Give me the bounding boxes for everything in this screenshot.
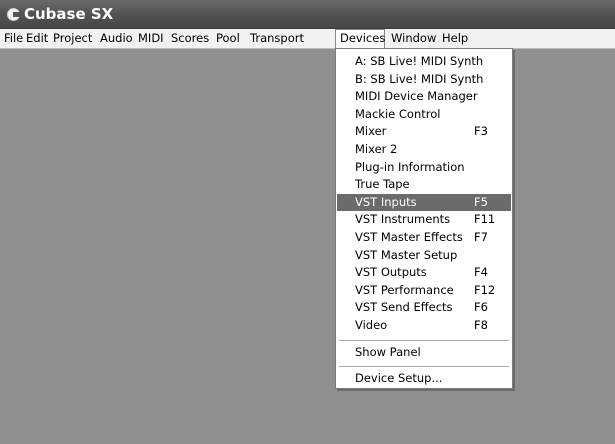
menu-project[interactable]: Project [53,29,92,48]
menu-item-b-sb-live-midi-synth[interactable]: B: SB Live! MIDI Synth [337,71,511,89]
menu-scores[interactable]: Scores [171,29,209,48]
menu-item-device-setup[interactable]: Device Setup... [337,370,511,388]
menu-item-plug-in-information[interactable]: Plug-in Information [337,159,511,177]
menu-item-shortcut: F7 [474,230,488,244]
menu-item-vst-instruments[interactable]: VST Instruments F11 [337,211,511,229]
menu-item-vst-outputs[interactable]: VST Outputs F4 [337,264,511,282]
menu-item-vst-performance[interactable]: VST Performance F12 [337,282,511,300]
menu-separator [339,366,509,368]
menu-item-shortcut: F4 [474,265,488,280]
menu-midi[interactable]: MIDI [138,29,164,48]
menu-separator [339,340,509,342]
menu-item-label: VST Master Setup [355,247,458,262]
menu-help[interactable]: Help [442,29,468,48]
menu-item-label: Device Setup... [355,371,443,385]
menu-item-shortcut: F6 [474,300,488,315]
menu-item-shortcut: F11 [474,212,496,227]
menu-item-vst-master-setup[interactable]: VST Master Setup [337,247,511,265]
menu-item-shortcut: F12 [474,282,496,297]
menu-item-show-panel[interactable]: Show Panel [337,344,511,362]
menu-item-label: MIDI Device Manager [355,89,478,104]
menu-edit[interactable]: Edit [26,29,48,48]
menu-item-mixer-2[interactable]: Mixer 2 [337,141,511,159]
menu-item-mixer[interactable]: Mixer F3 [337,123,511,141]
menu-item-label: VST Instruments [355,212,451,227]
menu-item-vst-send-effects[interactable]: VST Send Effects F6 [337,299,511,317]
menu-item-label: Mixer 2 [355,142,398,156]
menu-devices[interactable]: Devices [335,29,385,48]
menu-item-true-tape[interactable]: True Tape [337,176,511,194]
cubase-window: Cubase SX File Edit Project Audio MIDI S… [0,0,615,444]
title-bar[interactable]: Cubase SX [0,0,615,29]
menu-item-mackie-control[interactable]: Mackie Control [337,106,511,124]
menu-item-label: Plug-in Information [355,159,465,174]
menu-item-a-sb-live-midi-synth[interactable]: A: SB Live! MIDI Synth [337,53,511,71]
menu-item-label: Mixer [355,124,387,139]
menu-item-label: VST Performance [355,282,454,297]
menu-item-label: VST Outputs [355,265,427,280]
menu-window[interactable]: Window [391,29,436,48]
project-workspace [0,49,615,444]
menu-item-label: VST Master Effects [355,230,463,244]
menu-item-shortcut: F5 [474,194,488,209]
menu-item-label: Video [355,318,388,332]
window-title: Cubase SX [24,5,114,23]
menu-transport[interactable]: Transport [250,29,304,48]
menu-item-label: Mackie Control [355,106,441,121]
menu-item-shortcut: F3 [474,124,488,139]
menu-item-vst-inputs[interactable]: VST Inputs F5 [337,193,511,212]
menu-item-midi-device-manager[interactable]: MIDI Device Manager [337,88,511,106]
menu-file[interactable]: File [4,29,23,48]
menu-item-label: True Tape [355,177,410,192]
menu-item-shortcut: F8 [474,318,488,332]
menu-item-label: VST Inputs [355,194,417,209]
menu-audio[interactable]: Audio [100,29,133,48]
menu-item-label: VST Send Effects [355,300,453,315]
menu-bar: File Edit Project Audio MIDI Scores Pool… [0,29,615,49]
menu-item-label: Show Panel [355,345,421,359]
menu-item-label: A: SB Live! MIDI Synth [355,54,484,68]
menu-pool[interactable]: Pool [216,29,240,48]
menu-item-label: B: SB Live! MIDI Synth [355,71,484,86]
cubase-app-icon[interactable] [7,8,20,21]
menu-item-video[interactable]: Video F8 [337,317,511,335]
devices-dropdown-menu: A: SB Live! MIDI Synth B: SB Live! MIDI … [335,48,513,389]
menu-item-vst-master-effects[interactable]: VST Master Effects F7 [337,229,511,247]
